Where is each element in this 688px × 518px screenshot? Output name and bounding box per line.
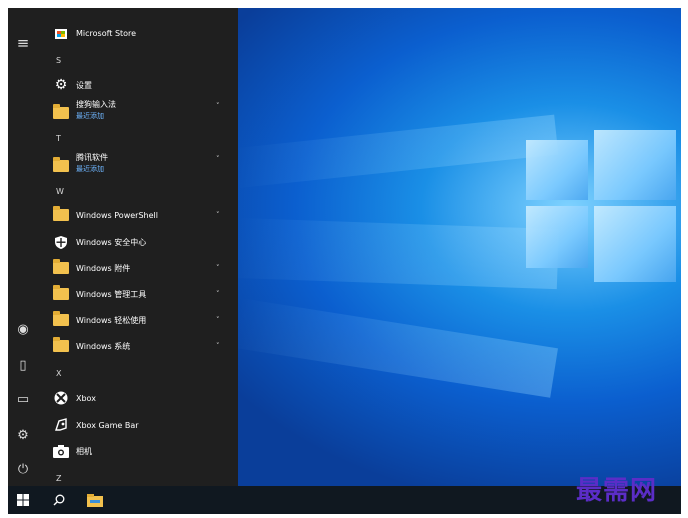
- group-letter-w[interactable]: W: [56, 187, 64, 196]
- logo-pane: [594, 206, 676, 282]
- app-camera[interactable]: 相机: [38, 442, 238, 460]
- power-icon[interactable]: ⏻: [12, 458, 34, 480]
- group-letter-s[interactable]: S: [56, 56, 61, 65]
- folder-icon: [52, 157, 70, 175]
- app-xbox[interactable]: Xbox: [38, 389, 238, 407]
- windows-start-icon: [17, 494, 29, 506]
- microsoft-store-icon: [52, 24, 70, 42]
- app-list: Microsoft Store S ⚙ 设置 搜狗输入法 最近添加 ˅ T 腾讯…: [38, 8, 238, 486]
- chevron-down-icon[interactable]: ˅: [216, 290, 220, 298]
- logo-pane: [526, 206, 588, 268]
- folder-ease-of-access[interactable]: Windows 轻松使用 ˅: [38, 311, 238, 329]
- start-rail: ≡ ◉ ▯ ▭ ⚙ ⏻: [8, 8, 38, 486]
- app-label: Windows 系统: [76, 341, 131, 351]
- app-xbox-game-bar[interactable]: Xbox Game Bar: [38, 416, 238, 434]
- folder-icon: [52, 285, 70, 303]
- settings-gear-icon[interactable]: ⚙: [12, 424, 34, 446]
- chevron-down-icon[interactable]: ˅: [216, 211, 220, 219]
- gear-icon: ⚙: [54, 77, 68, 93]
- light-beam: [236, 218, 559, 290]
- chevron-down-icon[interactable]: ˅: [216, 264, 220, 272]
- recently-added-label: 最近添加: [76, 165, 104, 173]
- folder-icon: [52, 259, 70, 277]
- search-button[interactable]: [44, 486, 74, 514]
- app-label: 相机: [76, 446, 92, 456]
- chevron-down-icon[interactable]: ˅: [216, 316, 220, 324]
- folder-tencent[interactable]: 腾讯软件 最近添加 ˅: [38, 151, 238, 177]
- app-label: 搜狗输入法: [76, 100, 116, 109]
- camera-icon: [52, 442, 70, 460]
- folder-icon: [52, 104, 70, 122]
- folder-sogou[interactable]: 搜狗输入法 最近添加 ˅: [38, 98, 238, 124]
- group-letter-z[interactable]: Z: [56, 474, 61, 483]
- app-label: Windows 安全中心: [76, 237, 147, 247]
- game-bar-icon: [52, 416, 70, 434]
- screen: … ≡ ◉ ▯ ▭ ⚙ ⏻ Microsoft Store S ⚙ 设置: [8, 8, 681, 514]
- folder-icon: [52, 337, 70, 355]
- app-label: 设置: [76, 80, 92, 90]
- folder-accessories[interactable]: Windows 附件 ˅: [38, 259, 238, 277]
- file-explorer-button[interactable]: [80, 486, 110, 514]
- app-label: Windows 附件: [76, 263, 131, 273]
- app-label: Windows PowerShell: [76, 210, 158, 220]
- user-account-icon[interactable]: ◉: [12, 318, 34, 340]
- search-icon: [53, 494, 65, 506]
- recently-added-label: 最近添加: [76, 112, 104, 120]
- hamburger-menu-icon[interactable]: ≡: [12, 32, 34, 54]
- app-label: Xbox Game Bar: [76, 420, 139, 430]
- logo-pane: [526, 140, 588, 200]
- light-beam: [235, 114, 559, 188]
- app-windows-security[interactable]: Windows 安全中心: [38, 233, 238, 251]
- folder-admin-tools[interactable]: Windows 管理工具 ˅: [38, 285, 238, 303]
- xbox-icon: [52, 389, 70, 407]
- app-label: 腾讯软件: [76, 153, 108, 162]
- logo-pane: [594, 130, 676, 200]
- app-settings[interactable]: ⚙ 设置: [38, 76, 238, 94]
- folder-icon: [52, 206, 70, 224]
- app-label: Windows 轻松使用: [76, 315, 147, 325]
- group-letter-x[interactable]: X: [56, 369, 61, 378]
- shield-icon: [52, 233, 70, 251]
- watermark-text: 最需网: [576, 476, 658, 506]
- pictures-icon[interactable]: ▭: [12, 388, 34, 410]
- chevron-down-icon[interactable]: ˅: [216, 155, 220, 163]
- start-menu: ≡ ◉ ▯ ▭ ⚙ ⏻ Microsoft Store S ⚙ 设置 搜狗输入法: [8, 8, 238, 486]
- chevron-down-icon[interactable]: ˅: [216, 342, 220, 350]
- app-label: Microsoft Store: [76, 28, 137, 38]
- folder-powershell[interactable]: Windows PowerShell ˅: [38, 206, 238, 224]
- file-explorer-icon: [87, 493, 103, 507]
- windows-logo: [526, 126, 676, 286]
- chevron-down-icon[interactable]: ˅: [216, 102, 220, 110]
- light-beam: [234, 298, 558, 398]
- start-button[interactable]: [8, 486, 38, 514]
- app-label: Xbox: [76, 393, 96, 403]
- folder-windows-system[interactable]: Windows 系统 ˅: [38, 337, 238, 355]
- documents-icon[interactable]: ▯: [12, 354, 34, 376]
- app-label: Windows 管理工具: [76, 289, 147, 299]
- group-letter-t[interactable]: T: [56, 134, 61, 143]
- folder-icon: [52, 311, 70, 329]
- app-microsoft-store[interactable]: Microsoft Store: [38, 24, 238, 42]
